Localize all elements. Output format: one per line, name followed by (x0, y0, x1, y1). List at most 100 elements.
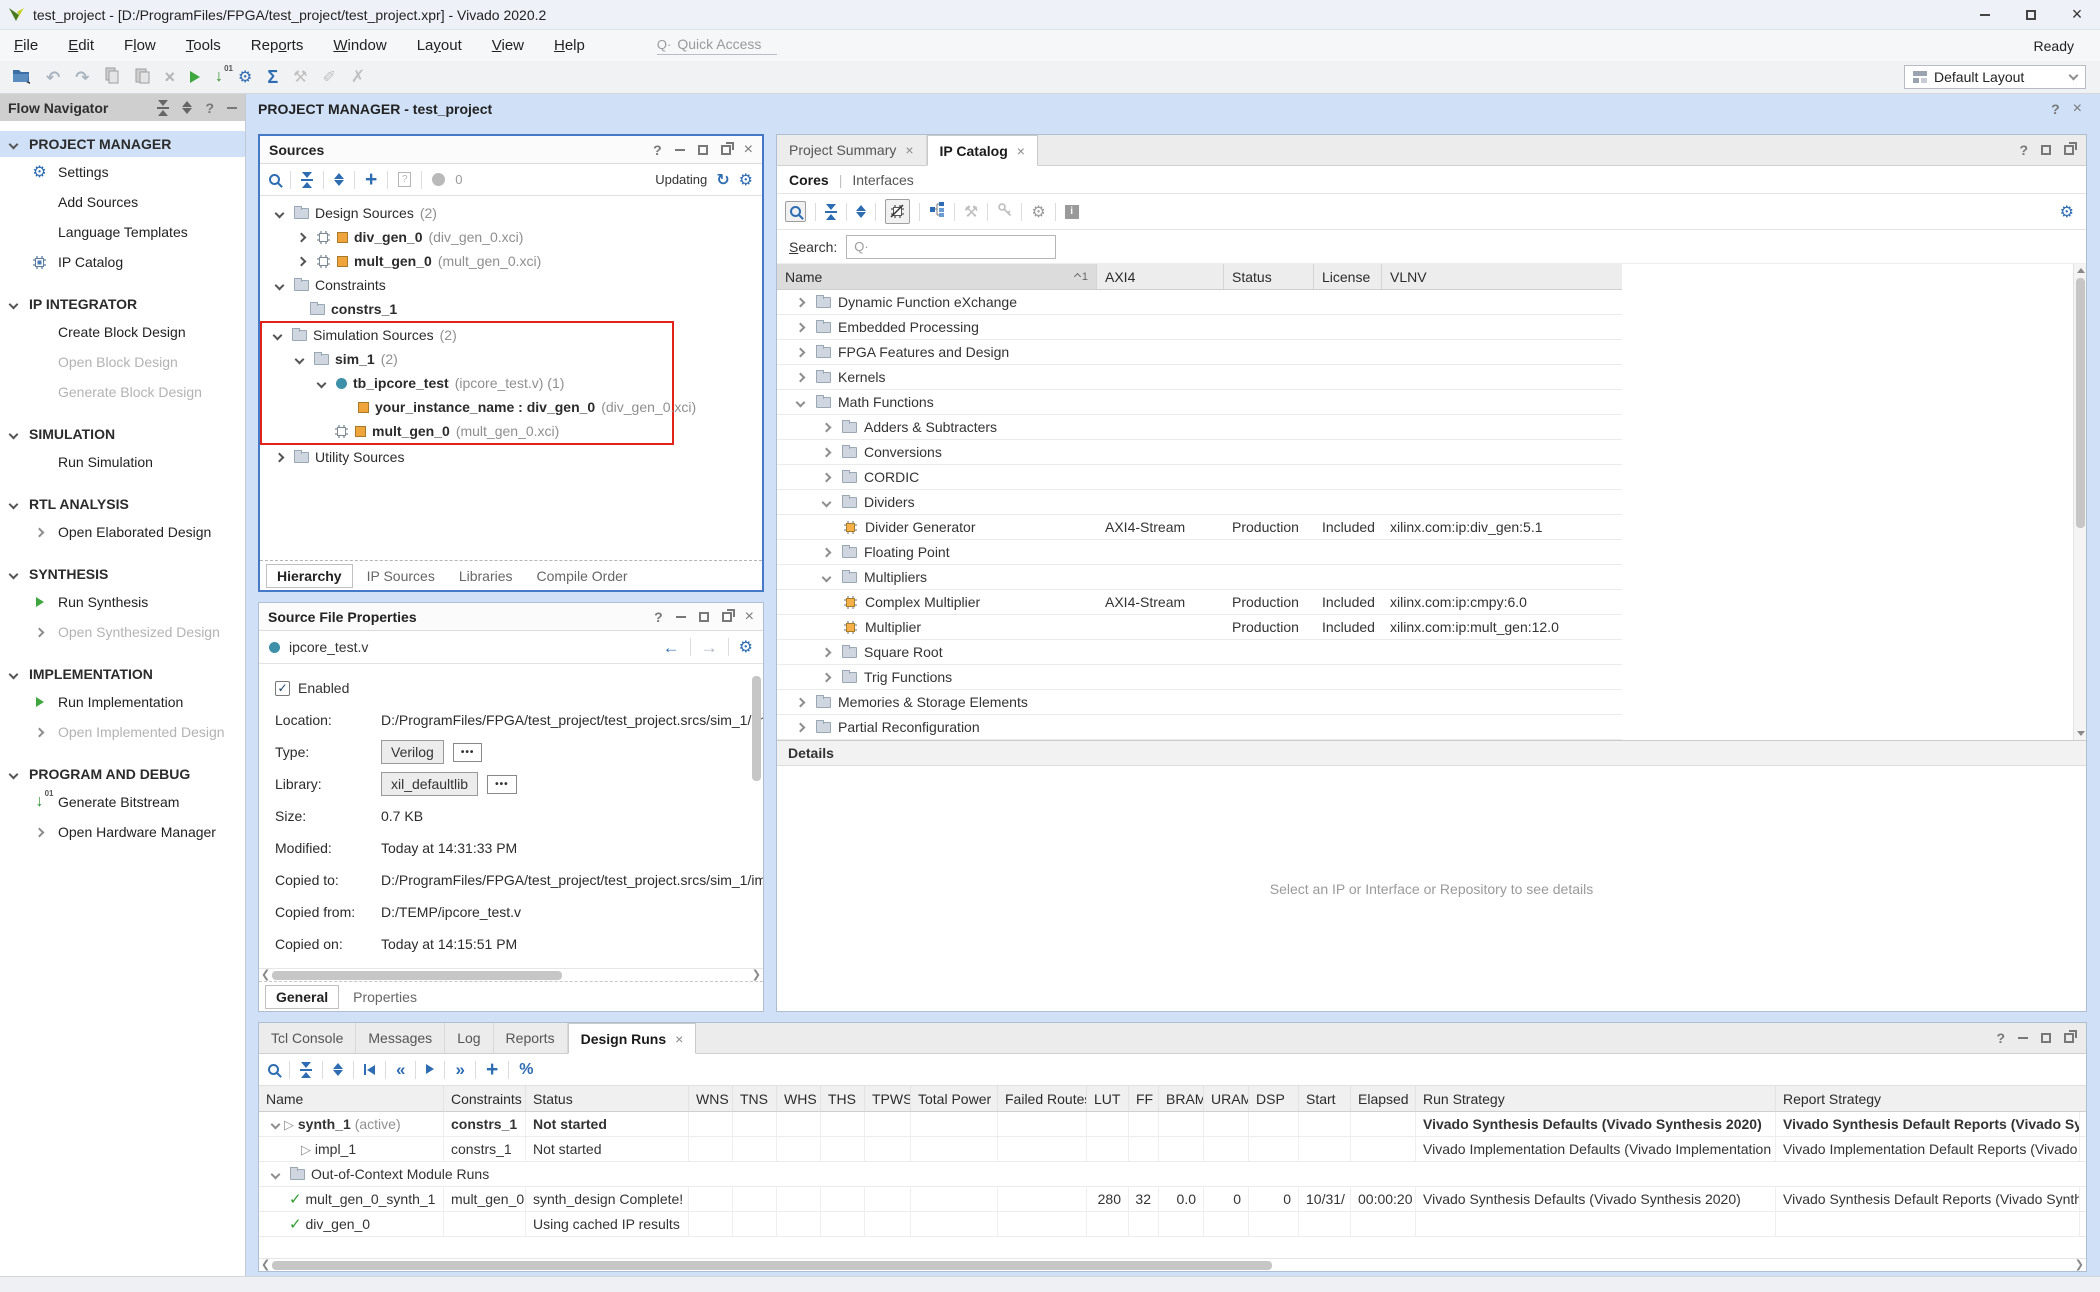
chevron-right-icon[interactable] (821, 472, 831, 482)
ip-hierarchy-icon[interactable] (929, 202, 945, 221)
menu-tools[interactable]: Tools (186, 37, 221, 54)
tree-row-utility-sources[interactable]: Utility Sources (260, 445, 762, 469)
ip-row-divider-generator[interactable]: Divider GeneratorAXI4-StreamProductionIn… (777, 515, 1622, 540)
help-icon[interactable]: ? (653, 142, 662, 158)
column-axi4[interactable]: AXI4 (1097, 264, 1224, 289)
vertical-scrollbar[interactable] (752, 676, 761, 781)
column-wns[interactable]: WNS (689, 1086, 733, 1111)
chevron-right-icon[interactable] (795, 697, 805, 707)
window-maximize-button[interactable] (2008, 0, 2054, 29)
refresh-icon[interactable]: ↻ (716, 170, 729, 190)
flow-item-generate-bitstream[interactable]: ↓Generate Bitstream (0, 787, 245, 817)
search-icon[interactable] (269, 174, 280, 185)
expand-all-icon[interactable] (856, 205, 866, 218)
ip-row-dividers[interactable]: Dividers (777, 490, 1622, 515)
column-failed-routes[interactable]: Failed Routes (998, 1086, 1087, 1111)
tab-log[interactable]: Log (445, 1023, 493, 1053)
run-row-impl-1[interactable]: ▷ impl_1 constrs_1 Not started Vivado Im… (259, 1137, 2086, 1162)
column-license[interactable]: License (1314, 264, 1382, 289)
column-constraints[interactable]: Constraints (444, 1086, 526, 1111)
run-row-mult-gen-0-synth-1[interactable]: ✓ mult_gen_0_synth_1 mult_gen_0 synth_de… (259, 1187, 2086, 1212)
close-panel-icon[interactable]: × (745, 609, 754, 625)
column-status[interactable]: Status (1224, 264, 1314, 289)
flow-item-ip-catalog[interactable]: IP Catalog (0, 247, 245, 277)
tab-properties[interactable]: Properties (343, 986, 427, 1008)
percent-icon[interactable]: % (519, 1061, 533, 1079)
help-icon[interactable]: ? (654, 609, 663, 625)
flow-section-header[interactable]: SIMULATION (0, 421, 245, 447)
flow-item-run-synthesis[interactable]: Run Synthesis (0, 587, 245, 617)
tab-ip-catalog[interactable]: IP Catalog× (927, 135, 1038, 166)
chevron-down-icon[interactable] (795, 397, 805, 407)
tree-row-div-gen-0[interactable]: div_gen_0(div_gen_0.xci) (260, 225, 762, 249)
layout-selector[interactable]: Default Layout (1904, 65, 2086, 89)
horizontal-scrollbar[interactable]: ❮ ❯ (259, 1258, 2086, 1271)
column-lut[interactable]: LUT (1087, 1086, 1129, 1111)
column-start[interactable]: Start (1299, 1086, 1351, 1111)
vertical-scrollbar[interactable] (2073, 264, 2086, 740)
flow-section-header[interactable]: RTL ANALYSIS (0, 491, 245, 517)
ip-search-input[interactable]: Q· (846, 235, 1056, 259)
float-panel-icon[interactable] (722, 612, 732, 622)
flow-item-run-implementation[interactable]: Run Implementation (0, 687, 245, 717)
flow-item-create-block-design[interactable]: Create Block Design (0, 317, 245, 347)
chevron-down-icon[interactable] (821, 497, 831, 507)
tree-row-mult-gen-0[interactable]: mult_gen_0(mult_gen_0.xci) (260, 249, 762, 273)
flow-item-open-elaborated-design[interactable]: Open Elaborated Design (0, 517, 245, 547)
chevron-right-icon[interactable] (821, 447, 831, 457)
settings-icon[interactable]: ⚙ (238, 69, 252, 85)
close-icon[interactable]: × (675, 1031, 683, 1047)
menu-window[interactable]: Window (333, 37, 386, 54)
flow-item-open-hardware-manager[interactable]: Open Hardware Manager (0, 817, 245, 847)
collapse-all-icon[interactable] (157, 100, 169, 116)
expand-all-icon[interactable] (333, 1063, 343, 1076)
gear-icon[interactable]: ⚙ (739, 172, 753, 188)
tab-ip-sources[interactable]: IP Sources (357, 565, 445, 587)
close-panel-icon[interactable]: × (744, 142, 753, 158)
report-sigma-icon[interactable]: Σ (267, 67, 278, 88)
column-total-power[interactable]: Total Power (911, 1086, 998, 1111)
column-whs[interactable]: WHS (777, 1086, 821, 1111)
menu-help[interactable]: Help (554, 37, 585, 54)
subtab-interfaces[interactable]: Interfaces (852, 172, 913, 188)
minimize-panel-icon[interactable] (2018, 1037, 2028, 1039)
library-value-box[interactable]: xil_defaultlib (381, 772, 478, 796)
tab-design-runs[interactable]: Design Runs× (568, 1023, 697, 1054)
subtab-cores[interactable]: Cores (789, 172, 829, 188)
maximize-panel-icon[interactable] (2041, 1033, 2051, 1043)
column-uram[interactable]: URAM (1204, 1086, 1249, 1111)
maximize-panel-icon[interactable] (2041, 145, 2051, 155)
maximize-panel-icon[interactable] (698, 145, 708, 155)
chevron-right-icon[interactable] (795, 722, 805, 732)
play-icon[interactable] (426, 1061, 434, 1078)
scroll-up-icon[interactable] (2077, 268, 2085, 273)
maximize-panel-icon[interactable] (699, 612, 709, 622)
tree-row-simulation-sources[interactable]: Simulation Sources(2) (262, 323, 672, 347)
ip-row-complex-multiplier[interactable]: Complex MultiplierAXI4-StreamProductionI… (777, 590, 1622, 615)
column-report-strategy[interactable]: Report Strategy (1776, 1086, 2080, 1111)
column-dsp[interactable]: DSP (1249, 1086, 1299, 1111)
scroll-right-icon[interactable]: ❯ (2075, 1260, 2084, 1271)
flow-item-run-simulation[interactable]: Run Simulation (0, 447, 245, 477)
chevron-right-icon[interactable] (795, 297, 805, 307)
undo-icon[interactable]: ↶ (46, 69, 60, 86)
column-ff[interactable]: FF (1129, 1086, 1159, 1111)
search-toggle-icon[interactable] (785, 201, 806, 222)
menu-file[interactable]: File (14, 37, 38, 54)
chevron-down-icon[interactable] (274, 280, 284, 290)
collapse-all-icon[interactable] (825, 204, 837, 220)
redo-icon[interactable]: ↷ (75, 69, 89, 86)
create-run-icon[interactable]: + (486, 1059, 498, 1080)
run-row-ooc-group[interactable]: Out-of-Context Module Runs (259, 1162, 2086, 1187)
chevron-down-icon[interactable] (316, 378, 326, 388)
menu-layout[interactable]: Layout (417, 37, 462, 54)
tab-general[interactable]: General (265, 985, 339, 1009)
chevron-down-icon[interactable] (294, 354, 304, 364)
ip-row-fpga-features[interactable]: FPGA Features and Design (777, 340, 1622, 365)
scroll-left-icon[interactable]: ❮ (261, 970, 270, 981)
expand-all-icon[interactable] (182, 101, 192, 114)
ip-row-dynamic-function-exchange[interactable]: Dynamic Function eXchange (777, 290, 1622, 315)
scroll-left-icon[interactable]: ❮ (261, 1260, 270, 1271)
quick-access-search[interactable]: Q· Quick Access (657, 36, 777, 55)
column-status[interactable]: Status (526, 1086, 689, 1111)
